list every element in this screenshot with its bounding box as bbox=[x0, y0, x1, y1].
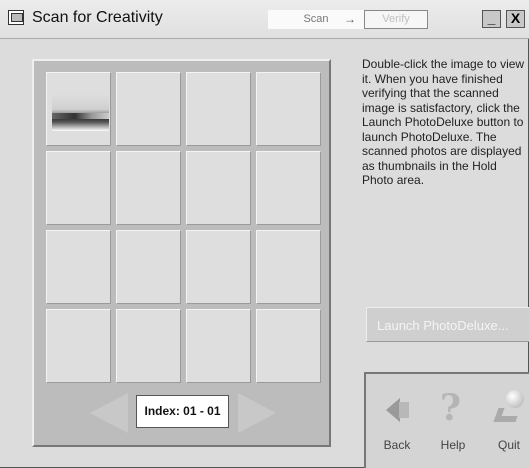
thumbnail-slot[interactable] bbox=[256, 72, 321, 146]
thumbnail-slot[interactable] bbox=[116, 151, 181, 225]
quit-label: Quit bbox=[497, 438, 520, 452]
quit-button[interactable]: Quit bbox=[484, 388, 529, 452]
thumbnail-slot[interactable] bbox=[256, 309, 321, 383]
thumbnail-slot[interactable] bbox=[186, 151, 251, 225]
help-label: Help bbox=[440, 438, 466, 452]
step-verify: Verify bbox=[364, 10, 428, 29]
step-arrow-icon: → bbox=[344, 12, 356, 26]
title-bar: Scan for Creativity Scan → Verify _ X bbox=[0, 0, 529, 39]
minimize-button[interactable]: _ bbox=[482, 10, 501, 28]
help-button[interactable]: ? Help bbox=[428, 388, 478, 452]
thumbnail-slot[interactable] bbox=[116, 230, 181, 304]
back-label: Back bbox=[383, 438, 411, 452]
previous-page-arrow-icon[interactable] bbox=[90, 393, 128, 433]
thumbnail-slot[interactable] bbox=[186, 230, 251, 304]
page-index: Index: 01 - 01 bbox=[136, 395, 229, 428]
thumbnail-slot[interactable] bbox=[186, 309, 251, 383]
thumbnail-slot[interactable] bbox=[116, 72, 181, 146]
back-arrow-icon bbox=[380, 388, 414, 428]
thumbnail-slot[interactable] bbox=[46, 309, 111, 383]
scan-window: Scan for Creativity Scan → Verify _ X In… bbox=[0, 0, 529, 468]
app-icon bbox=[8, 10, 24, 25]
back-button[interactable]: Back bbox=[372, 388, 422, 452]
thumbnail-slot[interactable] bbox=[46, 230, 111, 304]
thumbnail-grid bbox=[46, 72, 321, 383]
thumbnail-slot[interactable] bbox=[256, 230, 321, 304]
hold-photo-area: Index: 01 - 01 bbox=[32, 59, 331, 447]
window-title: Scan for Creativity bbox=[32, 9, 163, 26]
thumbnail-slot[interactable] bbox=[46, 151, 111, 225]
navigation-panel: Back ? Help Quit bbox=[364, 372, 529, 468]
landscape-photo-thumbnail[interactable] bbox=[52, 95, 109, 131]
page-navigator: Index: 01 - 01 bbox=[90, 391, 276, 435]
instructions-text: Double-click the image to view it. When … bbox=[362, 57, 525, 187]
thumbnail-slot[interactable] bbox=[116, 309, 181, 383]
launch-photodeluxe-button[interactable]: Launch PhotoDeluxe... bbox=[366, 307, 529, 342]
next-page-arrow-icon[interactable] bbox=[238, 393, 276, 433]
thumbnail-slot[interactable] bbox=[256, 151, 321, 225]
thumbnail-slot[interactable] bbox=[186, 72, 251, 146]
question-mark-icon: ? bbox=[440, 387, 462, 429]
quit-exit-icon bbox=[492, 388, 526, 428]
step-indicator: Scan → Verify bbox=[268, 10, 430, 29]
close-button[interactable]: X bbox=[506, 10, 525, 28]
thumbnail-slot[interactable] bbox=[46, 72, 111, 146]
